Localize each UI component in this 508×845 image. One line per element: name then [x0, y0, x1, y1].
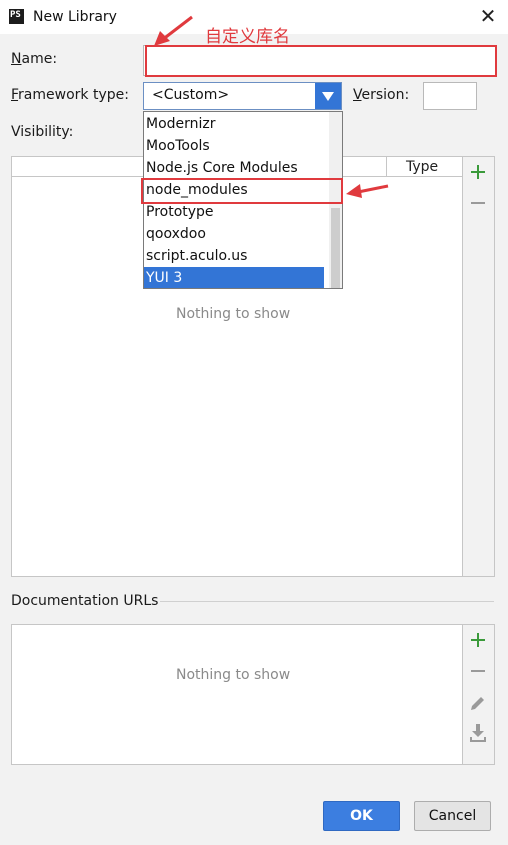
framework-type-select[interactable]: <Custom> [143, 82, 342, 110]
download-icon[interactable] [469, 723, 487, 743]
name-field-highlight [145, 45, 497, 77]
edit-icon[interactable] [469, 693, 487, 711]
documentation-urls-table [11, 624, 495, 765]
annotation-arrow-name [154, 15, 193, 46]
dropdown-item[interactable]: Prototype [144, 201, 324, 223]
name-label: Name: [11, 51, 58, 67]
framework-type-label: Framework type: [11, 87, 129, 103]
version-label: Version: [353, 87, 410, 103]
dropdown-scrollbar-thumb[interactable] [331, 208, 340, 288]
plus-icon[interactable] [468, 630, 488, 650]
dropdown-item[interactable]: MooTools [144, 135, 324, 157]
documentation-urls-label: Documentation URLs [11, 593, 159, 609]
column-separator [386, 157, 387, 177]
dropdown-item[interactable]: Node.js Core Modules [144, 157, 324, 179]
annotation-text: 自定义库名 [205, 27, 290, 47]
node-modules-highlight [141, 178, 343, 204]
minus-icon[interactable] [468, 193, 488, 213]
framework-type-value: <Custom> [152, 87, 230, 103]
dropdown-item[interactable]: Modernizr [144, 113, 324, 135]
section-divider [160, 601, 494, 602]
version-field[interactable] [423, 82, 477, 110]
table-toolbar [462, 157, 494, 576]
cancel-button[interactable]: Cancel [414, 801, 491, 831]
visibility-label: Visibility: [11, 124, 74, 140]
dropdown-item[interactable]: qooxdoo [144, 223, 324, 245]
dropdown-item-selected[interactable]: YUI 3 [144, 267, 324, 288]
minus-icon[interactable] [468, 661, 488, 681]
files-empty-text: Nothing to show [176, 306, 291, 322]
dropdown-arrow-icon[interactable] [315, 83, 341, 109]
documentation-empty-text: Nothing to show [176, 667, 291, 683]
close-icon[interactable]: ✕ [478, 4, 498, 28]
window-title: New Library [33, 9, 117, 25]
app-icon: PS [9, 9, 24, 24]
dropdown-item[interactable]: script.aculo.us [144, 245, 324, 267]
annotation-arrow-node-modules [346, 184, 389, 198]
ok-button[interactable]: OK [323, 801, 400, 831]
plus-icon[interactable] [468, 162, 488, 182]
column-header-type[interactable]: Type [406, 159, 438, 175]
